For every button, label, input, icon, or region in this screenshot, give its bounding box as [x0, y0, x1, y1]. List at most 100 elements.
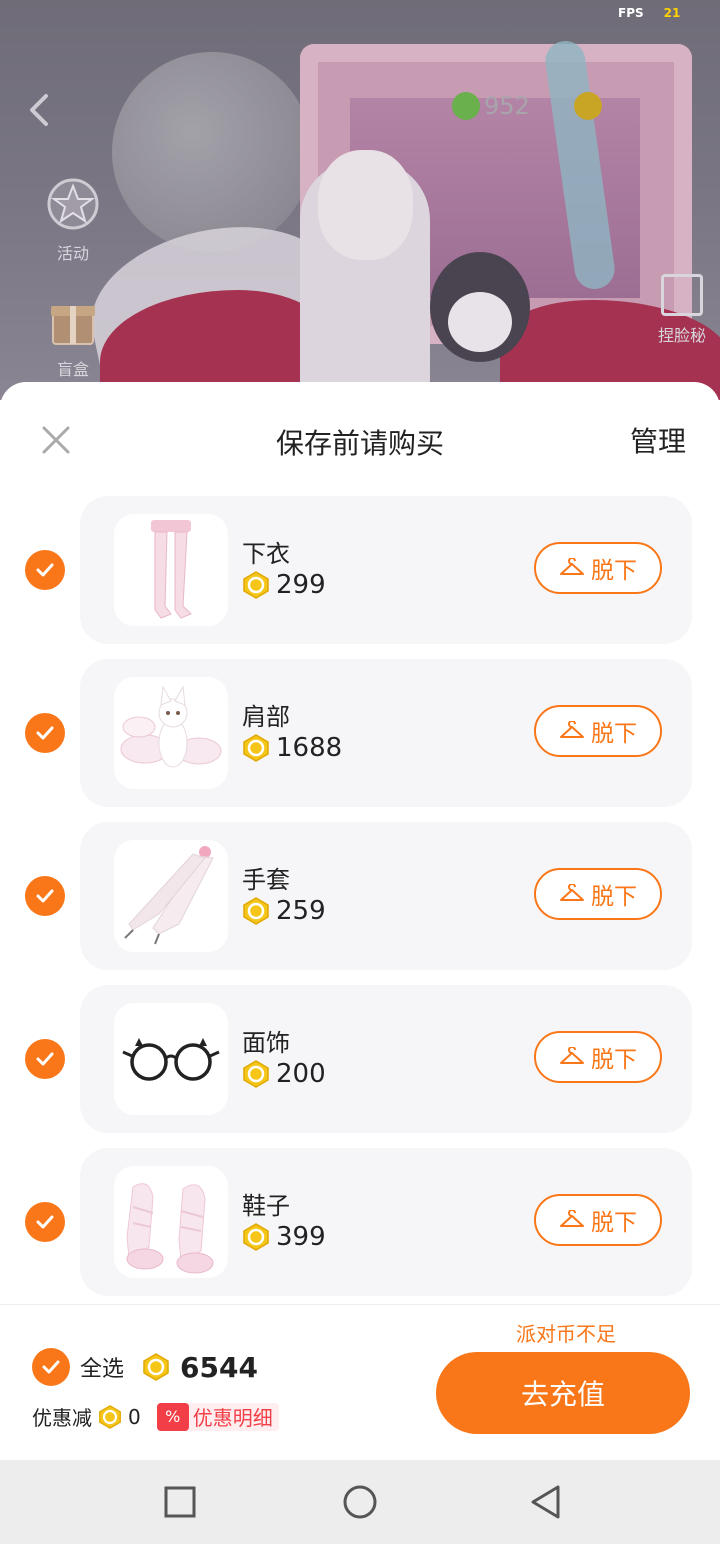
- item-checkbox[interactable]: [25, 550, 65, 590]
- select-all-label: 全选: [80, 1357, 125, 1382]
- hanger-icon: [560, 558, 584, 575]
- checkmark-icon: [36, 726, 54, 740]
- fox-shoulder-icon: [120, 685, 222, 768]
- checkmark-icon: [42, 1360, 60, 1374]
- manage-button[interactable]: 管理: [630, 420, 686, 460]
- item-checkbox[interactable]: [25, 713, 65, 753]
- coin-icon: [243, 1060, 269, 1088]
- hanger-icon: [560, 1210, 584, 1227]
- fps-label: FPS: [618, 6, 644, 20]
- fps-counter: FPS 21: [618, 6, 680, 20]
- take-off-button[interactable]: 脱下: [534, 1194, 662, 1246]
- item-checkbox[interactable]: [25, 876, 65, 916]
- coin-icon: [243, 1223, 269, 1251]
- checkmark-icon: [36, 889, 54, 903]
- face-edit-icon: [660, 274, 703, 316]
- take-off-label: 脱下: [591, 1210, 637, 1236]
- discount-value: 0: [128, 1404, 141, 1429]
- item-thumbnail: [114, 1003, 228, 1115]
- purchase-sheet: 保存前请购买 管理 下衣 299 脱下 肩部 1688 脱下 手套 259 脱下…: [0, 382, 720, 1460]
- home-icon[interactable]: [342, 1484, 378, 1520]
- item-card: 下衣 299 脱下: [80, 496, 692, 644]
- item-thumbnail: [114, 840, 228, 952]
- green-coin-icon: [452, 92, 480, 120]
- pet-face: [448, 292, 512, 352]
- currency-gold: [574, 92, 606, 120]
- hanger-icon: [560, 721, 584, 738]
- item-card: 鞋子 399 脱下: [80, 1148, 692, 1296]
- stockings-icon: [151, 520, 192, 619]
- currency-green: 952: [452, 92, 530, 120]
- select-all-row: 全选 6544: [32, 1348, 258, 1386]
- discount-label: 优惠减: [32, 1406, 92, 1430]
- item-price-value: 259: [276, 896, 326, 926]
- hanger-icon: [560, 884, 584, 901]
- take-off-button[interactable]: 脱下: [534, 542, 662, 594]
- ribbon-shoes-icon: [126, 1183, 214, 1274]
- total-price: 6544: [180, 1350, 258, 1384]
- coin-icon: [99, 1404, 121, 1429]
- moon-decoration: [112, 52, 312, 252]
- item-card: 肩部 1688 脱下: [80, 659, 692, 807]
- cart-item: 手套 259 脱下: [0, 822, 720, 970]
- item-name: 面饰: [242, 1029, 290, 1057]
- item-name: 肩部: [242, 703, 290, 731]
- cart-item: 鞋子 399 脱下: [0, 1148, 720, 1296]
- gift-box-icon: [51, 306, 95, 345]
- take-off-label: 脱下: [591, 884, 637, 910]
- coin-icon: [243, 734, 269, 762]
- back-triangle-icon[interactable]: [528, 1484, 564, 1520]
- fps-value: 21: [663, 6, 681, 20]
- take-off-label: 脱下: [591, 558, 637, 584]
- system-navigation-bar: [0, 1460, 720, 1544]
- take-off-button[interactable]: 脱下: [534, 1031, 662, 1083]
- checkmark-icon: [36, 1052, 54, 1066]
- item-thumbnail: [114, 1166, 228, 1278]
- take-off-button[interactable]: 脱下: [534, 868, 662, 920]
- item-price-value: 399: [276, 1222, 326, 1252]
- take-off-button[interactable]: 脱下: [534, 705, 662, 757]
- take-off-label: 脱下: [591, 1047, 637, 1073]
- discount-row: 优惠减 0 % 优惠明细: [32, 1402, 279, 1431]
- cart-item: 下衣 299 脱下: [0, 496, 720, 644]
- glasses-icon: [122, 1038, 220, 1081]
- face-edit-label: 捏脸秘: [657, 326, 706, 345]
- item-checkbox[interactable]: [25, 1202, 65, 1242]
- event-label: 活动: [56, 244, 89, 263]
- item-name: 下衣: [242, 540, 290, 568]
- hanger-icon: [560, 1047, 584, 1064]
- item-price-value: 1688: [276, 733, 343, 763]
- item-price: 259: [242, 896, 326, 926]
- discount-detail-button[interactable]: % 优惠明细: [156, 1402, 279, 1431]
- item-card: 面饰 200 脱下: [80, 985, 692, 1133]
- sheet-title: 保存前请购买: [275, 427, 444, 460]
- item-checkbox[interactable]: [25, 1039, 65, 1079]
- item-price-value: 200: [276, 1059, 326, 1089]
- event-button[interactable]: 活动: [38, 176, 108, 264]
- select-all-checkbox[interactable]: [32, 1348, 70, 1386]
- sheet-header: 保存前请购买 管理: [0, 382, 720, 494]
- insufficient-balance-text: 派对币不足: [516, 1322, 616, 1346]
- face-edit-button[interactable]: 捏脸秘: [658, 274, 706, 346]
- game-scene-background: FPS 21 952 活动 盲盒 捏脸秘: [0, 0, 720, 400]
- recharge-button[interactable]: 去充值: [436, 1352, 690, 1434]
- footer-divider: [0, 1304, 720, 1305]
- item-price: 399: [242, 1222, 326, 1252]
- gold-coin-icon: [574, 92, 602, 120]
- item-price: 200: [242, 1059, 326, 1089]
- cart-item: 肩部 1688 脱下: [0, 659, 720, 807]
- coin-icon: [243, 571, 269, 599]
- item-thumbnail: [114, 677, 228, 789]
- item-card: 手套 259 脱下: [80, 822, 692, 970]
- recent-apps-icon[interactable]: [162, 1484, 198, 1520]
- claw-glove-icon: [124, 846, 214, 945]
- item-name: 鞋子: [242, 1192, 290, 1220]
- back-arrow-icon[interactable]: [24, 92, 60, 128]
- item-price-value: 299: [276, 570, 326, 600]
- item-price: 1688: [242, 733, 342, 763]
- avatar-head: [318, 150, 413, 260]
- item-thumbnail: [114, 514, 228, 626]
- currency-green-value: 952: [484, 92, 530, 120]
- coin-icon: [143, 1353, 169, 1381]
- blind-box-button[interactable]: 盲盒: [38, 292, 108, 380]
